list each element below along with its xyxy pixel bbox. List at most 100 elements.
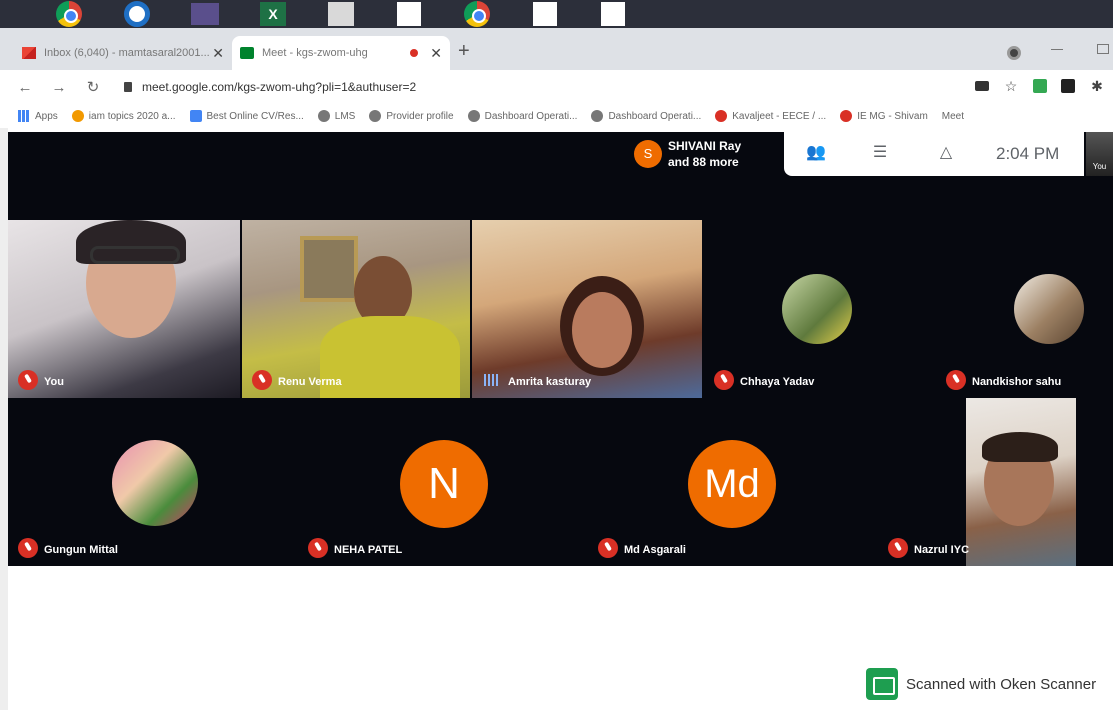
tab-title: Meet - kgs-zwom-uhg	[262, 47, 368, 59]
forward-icon[interactable]: →	[50, 79, 68, 96]
bookmark-item[interactable]: Meet	[942, 111, 964, 122]
taskbar: X	[0, 0, 1113, 28]
bookmark-item[interactable]: Dashboard Operati...	[591, 110, 701, 122]
page-edge	[0, 128, 8, 710]
bookmark-label: Dashboard Operati...	[484, 110, 578, 122]
profile-photo	[112, 440, 198, 526]
minimize-button[interactable]	[1051, 42, 1063, 50]
mic-off-icon	[888, 538, 908, 558]
participant-name: Nazrul IYC	[914, 544, 970, 556]
toolbar-icons: ☆ ✱	[975, 78, 1105, 94]
bookmark-label: LMS	[334, 110, 356, 122]
chat-icon[interactable]: ☰	[870, 144, 890, 162]
hair-shape	[982, 432, 1058, 462]
presenter-name: SHIVANI Ray	[668, 139, 742, 153]
back-icon[interactable]: ←	[16, 79, 34, 96]
excel-taskbar-icon[interactable]: X	[256, 1, 290, 27]
tab-bar: Inbox (6,040) - mamtasaral2001... ✕ Meet…	[0, 28, 1113, 70]
bookmark-item[interactable]: LMS	[317, 110, 356, 122]
participant-tile-nandkishor[interactable]: Nandkishor sahu	[936, 220, 1113, 398]
account-icon[interactable]	[1007, 46, 1021, 60]
presenter-more: and 88 more	[668, 155, 739, 169]
presenter-avatar: S	[634, 140, 662, 168]
bookmark-item[interactable]: IE MG - Shivam	[840, 110, 928, 122]
participant-name: Chhaya Yadav	[740, 376, 815, 388]
people-icon[interactable]: 👥	[806, 144, 826, 162]
bookmark-icon	[71, 110, 84, 122]
participant-tile-amrita[interactable]: Amrita kasturay	[472, 220, 702, 398]
tab-meet[interactable]: Meet - kgs-zwom-uhg ✕	[232, 36, 450, 70]
file-taskbar-icon[interactable]	[324, 1, 358, 27]
new-tab-button[interactable]: +	[458, 40, 470, 63]
chrome-taskbar-icon[interactable]	[52, 1, 86, 27]
participant-name: Nandkishor sahu	[972, 376, 1062, 388]
participant-tile-neha[interactable]: N NEHA PATEL	[298, 398, 588, 566]
globe-icon	[467, 110, 480, 122]
meet-call-area: S SHIVANI Ray and 88 more 👥 ☰ △ 2:04 PM …	[8, 132, 1113, 566]
participant-name: Md Asgarali	[624, 544, 686, 556]
bookmark-item[interactable]: Kavaljeet - EECE / ...	[715, 110, 826, 122]
activities-icon[interactable]: △	[936, 144, 956, 162]
bookmark-item[interactable]: iam topics 2020 a...	[71, 110, 176, 122]
extension-icon[interactable]	[1033, 79, 1047, 93]
globe-icon	[369, 110, 382, 122]
scanner-logo-icon	[866, 668, 898, 700]
address-bar: ← → ↻ meet.google.com/kgs-zwom-uhg?pli=1…	[0, 70, 1113, 104]
self-view-thumbnail[interactable]: You	[1086, 132, 1113, 176]
participant-tile-you[interactable]: You	[8, 220, 240, 398]
recording-dot-icon	[410, 49, 419, 57]
participant-name: Renu Verma	[278, 376, 342, 388]
bookmark-item[interactable]: Dashboard Operati...	[467, 110, 578, 122]
maximize-button[interactable]	[1097, 44, 1109, 54]
apps-grid-icon	[18, 110, 30, 122]
scanner-watermark: Scanned with Oken Scanner	[866, 668, 1096, 700]
document-taskbar-icon-2[interactable]	[528, 1, 562, 27]
bookmark-label: Best Online CV/Res...	[206, 110, 304, 122]
globe-icon	[591, 110, 604, 122]
close-tab-icon[interactable]: ✕	[430, 45, 442, 62]
bookmark-label: iam topics 2020 a...	[88, 110, 176, 122]
camera-icon[interactable]	[975, 81, 989, 91]
speaking-indicator-icon	[484, 374, 498, 386]
picture-frame	[300, 236, 358, 302]
screenshot: X Inbox (6,040) - mamtasaral2001... ✕ Me…	[0, 0, 1113, 710]
document-taskbar-icon-3[interactable]	[596, 1, 630, 27]
bookmark-label: IE MG - Shivam	[857, 110, 928, 122]
participant-tile-renu[interactable]: Renu Verma	[242, 220, 470, 398]
participant-tile-asgarali[interactable]: Md Md Asgarali	[588, 398, 878, 566]
participant-video	[572, 292, 632, 368]
chrome-taskbar-icon-2[interactable]	[460, 1, 494, 27]
bookmark-label: Kavaljeet - EECE / ...	[732, 110, 827, 122]
bookmark-item[interactable]: Best Online CV/Res...	[189, 110, 304, 122]
puzzle-icon[interactable]: ✱	[1089, 78, 1105, 94]
profile-photo	[1014, 274, 1084, 344]
bookmark-label: Apps	[35, 110, 58, 122]
mic-off-icon	[598, 538, 618, 558]
mic-off-icon	[308, 538, 328, 558]
mic-off-icon	[946, 370, 966, 390]
letter-avatar: Md	[688, 440, 776, 528]
mic-off-icon	[714, 370, 734, 390]
edge-taskbar-icon[interactable]	[120, 1, 154, 27]
bookmark-item[interactable]: Provider profile	[369, 110, 454, 122]
meeting-info-panel: 👥 ☰ △ 2:04 PM	[784, 132, 1084, 176]
reload-icon[interactable]: ↻	[84, 78, 102, 96]
mic-off-icon	[18, 538, 38, 558]
meet-icon	[240, 47, 254, 59]
participant-tile-nazrul[interactable]: Nazrul IYC	[878, 398, 1113, 566]
bookmark-label: Meet	[941, 110, 965, 122]
url-field[interactable]: meet.google.com/kgs-zwom-uhg?pli=1&authu…	[142, 80, 462, 94]
participant-tile-gungun[interactable]: Gungun Mittal	[8, 398, 298, 566]
extension-icon-2[interactable]	[1061, 79, 1075, 93]
app-taskbar-icon[interactable]	[188, 1, 222, 27]
document-taskbar-icon[interactable]	[392, 1, 426, 27]
participant-name: Amrita kasturay	[508, 376, 592, 388]
participant-name: NEHA PATEL	[334, 544, 403, 556]
tab-gmail[interactable]: Inbox (6,040) - mamtasaral2001... ✕	[14, 36, 232, 70]
bookmark-apps[interactable]: Apps	[18, 110, 58, 122]
participant-tile-chhaya[interactable]: Chhaya Yadav	[704, 220, 934, 398]
close-tab-icon[interactable]: ✕	[212, 45, 224, 62]
watermark-text: Scanned with Oken Scanner	[906, 675, 1097, 693]
clock: 2:04 PM	[996, 144, 1060, 163]
star-icon[interactable]: ☆	[1003, 78, 1019, 94]
